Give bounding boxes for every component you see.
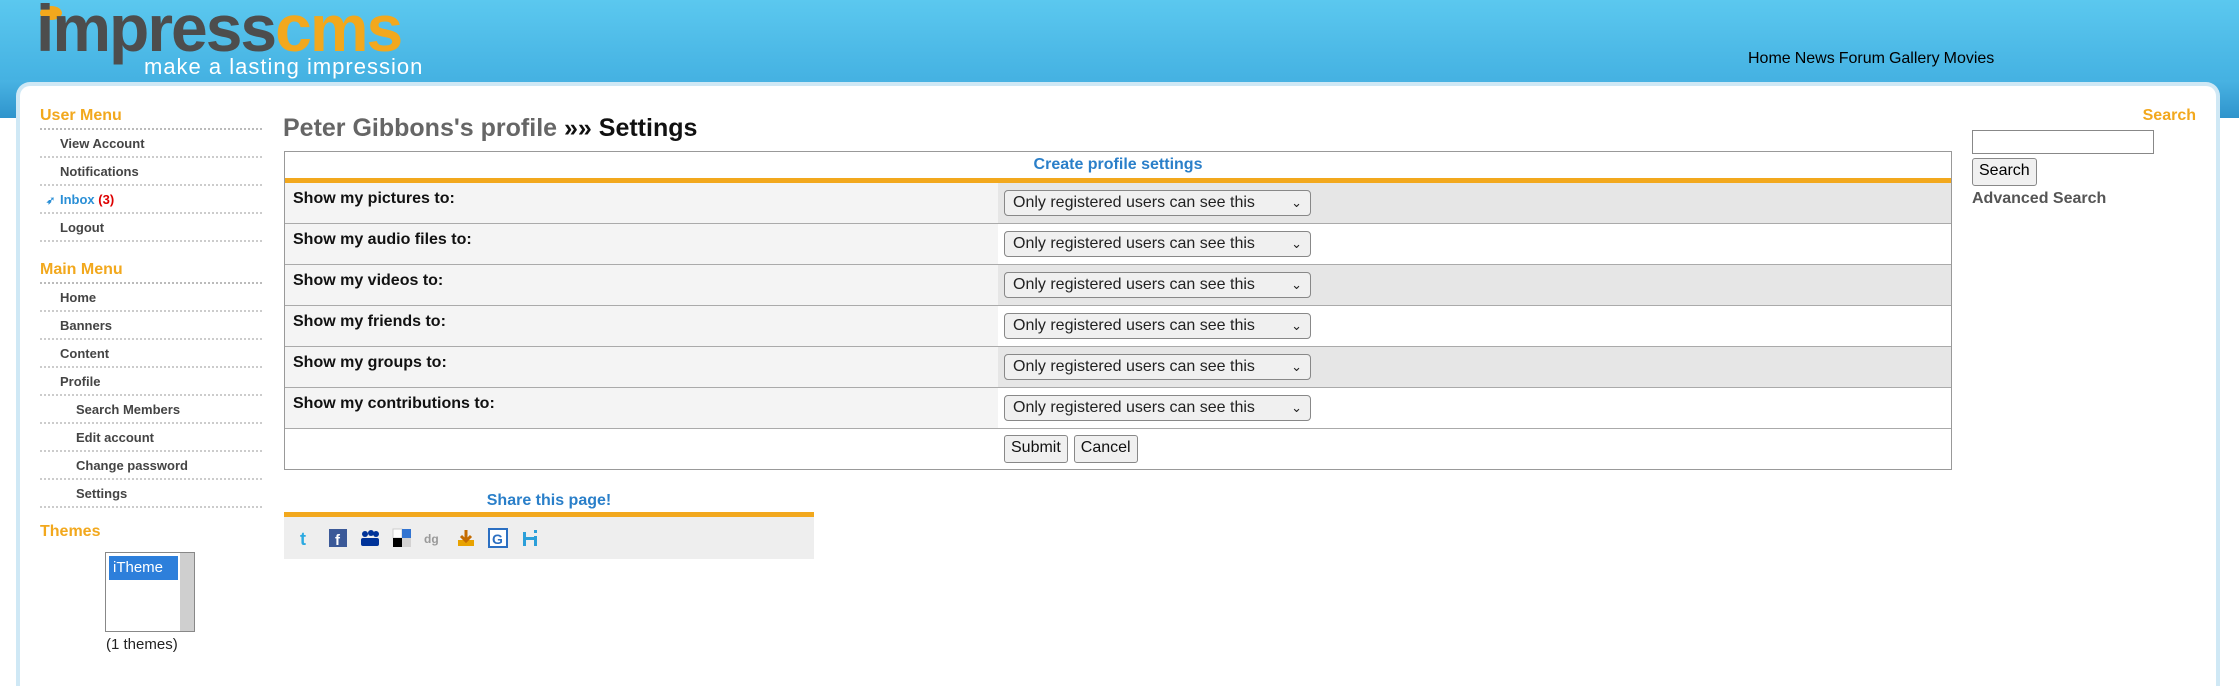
menu-profile[interactable]: Profile xyxy=(40,370,262,396)
hi5-icon[interactable] xyxy=(520,528,540,548)
form-row-actions: Submit Cancel xyxy=(285,429,1951,469)
theme-scrollbar[interactable] xyxy=(180,553,194,631)
form-label-empty xyxy=(285,429,998,469)
inbox-icon: ➶ xyxy=(46,195,56,207)
form-row-friends: Show my friends to: Only registered user… xyxy=(285,306,1951,347)
menu-home[interactable]: Home xyxy=(40,286,262,312)
digg-icon[interactable]: dg xyxy=(424,528,444,548)
cancel-button[interactable]: Cancel xyxy=(1073,435,1138,463)
menu-view-account[interactable]: View Account xyxy=(40,132,262,158)
submit-button[interactable]: Submit xyxy=(1004,435,1068,463)
advanced-search-link[interactable]: Advanced Search xyxy=(1972,190,2196,208)
form-label: Show my pictures to: xyxy=(285,183,998,223)
search-title: Search xyxy=(2142,107,2196,124)
select-value: Only registered users can see this xyxy=(1013,276,1255,293)
videos-visibility-select[interactable]: Only registered users can see this ⌄ xyxy=(1004,272,1311,298)
form-label: Show my groups to: xyxy=(285,347,998,387)
theme-select[interactable]: iTheme xyxy=(105,552,195,632)
form-row-videos: Show my videos to: Only registered users… xyxy=(285,265,1951,306)
menu-change-password[interactable]: Change password xyxy=(40,454,262,480)
chevron-down-icon: ⌄ xyxy=(1291,236,1302,251)
page-title-settings: »» Settings xyxy=(564,114,698,142)
friends-visibility-select[interactable]: Only registered users can see this ⌄ xyxy=(1004,313,1311,339)
svg-text:G: G xyxy=(492,531,503,547)
form-heading: Create profile settings xyxy=(285,152,1951,183)
contributions-visibility-select[interactable]: Only registered users can see this ⌄ xyxy=(1004,395,1311,421)
profile-settings-form: Create profile settings Show my pictures… xyxy=(284,151,1952,470)
logo-tagline: make a lasting impression xyxy=(144,54,424,79)
chevron-down-icon: ⌄ xyxy=(1291,318,1302,333)
share-block: Share this page! t f dg G xyxy=(284,490,814,559)
svg-text:dg: dg xyxy=(424,532,439,546)
pictures-visibility-select[interactable]: Only registered users can see this ⌄ xyxy=(1004,190,1311,216)
select-value: Only registered users can see this xyxy=(1013,194,1255,211)
right-sidebar: Search Search Advanced Search xyxy=(1972,106,2196,208)
nav-news[interactable]: News xyxy=(1795,50,1835,68)
top-navigation: Home News Forum Gallery Movies xyxy=(1748,50,1994,68)
profile-link[interactable]: Peter Gibbons's profile xyxy=(283,114,557,142)
twitter-icon[interactable]: t xyxy=(296,528,316,549)
nav-home[interactable]: Home xyxy=(1748,50,1791,68)
select-value: Only registered users can see this xyxy=(1013,399,1255,416)
inbox-count: (3) xyxy=(98,192,115,207)
menu-inbox[interactable]: ➶ Inbox (3) xyxy=(40,188,262,214)
menu-settings[interactable]: Settings xyxy=(40,482,262,508)
delicious-icon[interactable] xyxy=(392,528,412,548)
menu-notifications[interactable]: Notifications xyxy=(40,160,262,186)
inbox-label: Inbox xyxy=(60,192,95,207)
stumbleupon-icon[interactable] xyxy=(456,528,476,548)
form-row-pictures: Show my pictures to: Only registered use… xyxy=(285,183,1951,224)
menu-content[interactable]: Content xyxy=(40,342,262,368)
svg-text:t: t xyxy=(300,529,306,548)
myspace-icon[interactable] xyxy=(360,528,380,548)
form-row-groups: Show my groups to: Only registered users… xyxy=(285,347,1951,388)
nav-forum[interactable]: Forum xyxy=(1839,50,1885,68)
form-label: Show my audio files to: xyxy=(285,224,998,264)
nav-gallery[interactable]: Gallery xyxy=(1889,50,1940,68)
search-button[interactable]: Search xyxy=(1972,158,2037,186)
chevron-down-icon: ⌄ xyxy=(1291,277,1302,292)
facebook-icon[interactable]: f xyxy=(328,528,348,549)
page-title: Peter Gibbons's profile »» Settings xyxy=(283,114,697,143)
share-icons-bar: t f dg G xyxy=(284,517,814,559)
form-row-audio: Show my audio files to: Only registered … xyxy=(285,224,1951,265)
chevron-down-icon: ⌄ xyxy=(1291,400,1302,415)
select-value: Only registered users can see this xyxy=(1013,317,1255,334)
menu-banners[interactable]: Banners xyxy=(40,314,262,340)
groups-visibility-select[interactable]: Only registered users can see this ⌄ xyxy=(1004,354,1311,380)
form-label: Show my videos to: xyxy=(285,265,998,305)
main-menu-title: Main Menu xyxy=(40,260,262,284)
menu-logout[interactable]: Logout xyxy=(40,216,262,242)
google-icon[interactable]: G xyxy=(488,528,508,548)
form-row-contributions: Show my contributions to: Only registere… xyxy=(285,388,1951,429)
form-label: Show my friends to: xyxy=(285,306,998,346)
nav-movies[interactable]: Movies xyxy=(1944,50,1995,68)
left-sidebar: User Menu View Account Notifications ➶ In… xyxy=(40,106,262,653)
theme-count: (1 themes) xyxy=(106,636,178,653)
site-logo[interactable]: impresscms make a lasting impression xyxy=(34,0,474,82)
audio-visibility-select[interactable]: Only registered users can see this ⌄ xyxy=(1004,231,1311,257)
select-value: Only registered users can see this xyxy=(1013,235,1255,252)
search-input[interactable] xyxy=(1972,130,2154,154)
form-label: Show my contributions to: xyxy=(285,388,998,428)
share-title: Share this page! xyxy=(284,490,814,517)
select-value: Only registered users can see this xyxy=(1013,358,1255,375)
chevron-down-icon: ⌄ xyxy=(1291,195,1302,210)
menu-search-members[interactable]: Search Members xyxy=(40,398,262,424)
themes-title: Themes xyxy=(40,523,101,540)
menu-edit-account[interactable]: Edit account xyxy=(40,426,262,452)
user-menu-title: User Menu xyxy=(40,106,262,130)
chevron-down-icon: ⌄ xyxy=(1291,359,1302,374)
theme-option-itheme[interactable]: iTheme xyxy=(109,556,178,580)
